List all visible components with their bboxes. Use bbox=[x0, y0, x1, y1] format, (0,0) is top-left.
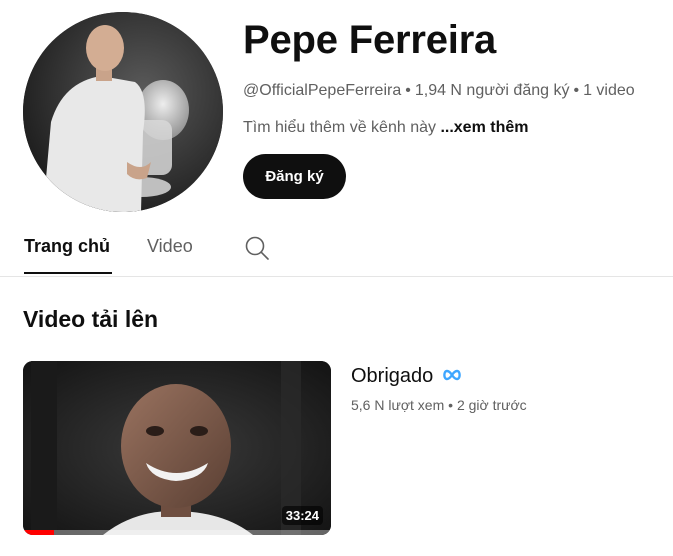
video-title[interactable]: Obrigado bbox=[351, 365, 463, 388]
tab-video[interactable]: Video bbox=[147, 236, 193, 257]
active-tab-indicator bbox=[24, 272, 112, 274]
subscribe-button[interactable]: Đăng ký bbox=[243, 154, 346, 199]
watch-progress-track bbox=[23, 530, 331, 535]
separator-dot: • bbox=[448, 397, 457, 413]
channel-avatar[interactable] bbox=[23, 12, 223, 212]
upload-age: 2 giờ trước bbox=[456, 397, 527, 413]
video-meta: 5,6 N lượt xem • 2 giờ trước bbox=[351, 397, 527, 413]
more-link[interactable]: ...xem thêm bbox=[440, 119, 528, 136]
channel-tabs: Trang chủ Video bbox=[0, 222, 673, 277]
subscriber-count: 1,94 N người đăng ký bbox=[414, 82, 570, 99]
channel-name: Pepe Ferreira bbox=[243, 18, 497, 62]
description-text: Tìm hiểu thêm về kênh này bbox=[243, 119, 436, 136]
separator-dot: • bbox=[405, 82, 411, 99]
video-count: 1 video bbox=[583, 82, 635, 99]
video-duration: 33:24 bbox=[281, 506, 323, 525]
view-count: 5,6 N lượt xem bbox=[351, 397, 445, 413]
tab-home[interactable]: Trang chủ bbox=[24, 236, 110, 257]
channel-handle: @OfficialPepeFerreira bbox=[243, 82, 402, 99]
channel-description[interactable]: Tìm hiểu thêm về kênh này ...xem thêm bbox=[243, 119, 528, 137]
avatar-image bbox=[23, 12, 223, 212]
search-icon[interactable] bbox=[244, 235, 270, 261]
section-title: Video tải lên bbox=[23, 306, 159, 332]
separator-dot: • bbox=[573, 82, 580, 99]
infinity-icon bbox=[441, 365, 463, 388]
channel-meta: @OfficialPepeFerreira • 1,94 N người đăng … bbox=[243, 82, 635, 100]
video-title-text: Obrigado bbox=[351, 365, 434, 387]
video-thumbnail[interactable]: 33:24 bbox=[23, 361, 331, 535]
watch-progress-bar bbox=[23, 530, 54, 535]
